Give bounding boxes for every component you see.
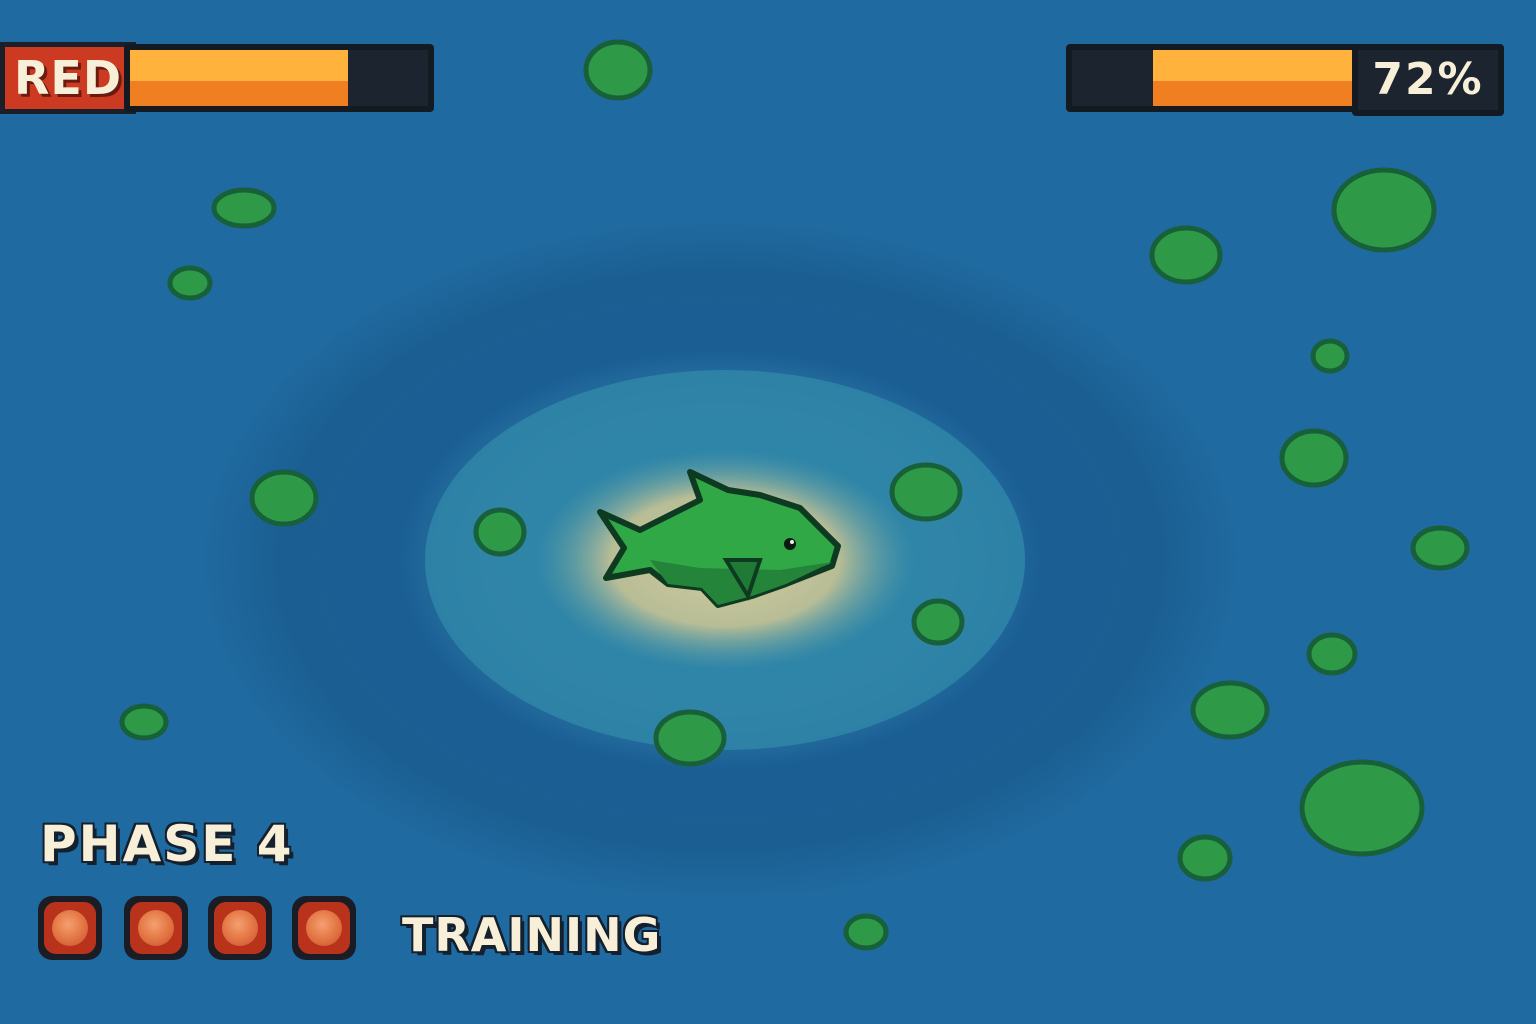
- status-label: TRAINING: [402, 908, 662, 962]
- coral-orb-icon: [124, 896, 188, 960]
- player1-health-bar: [124, 44, 434, 112]
- player1-health-fill: [130, 50, 348, 106]
- player1-name-tag: RED: [0, 42, 136, 114]
- coral-orb-icon: [38, 896, 102, 960]
- player2-health-fill: [1152, 50, 1360, 106]
- coral-orb-icon: [208, 896, 272, 960]
- player2-health-percent: 72%: [1352, 44, 1504, 116]
- phase-label: PHASE 4: [40, 815, 294, 873]
- player2-health-bar: [1066, 44, 1366, 112]
- coral-orb-icon: [292, 896, 356, 960]
